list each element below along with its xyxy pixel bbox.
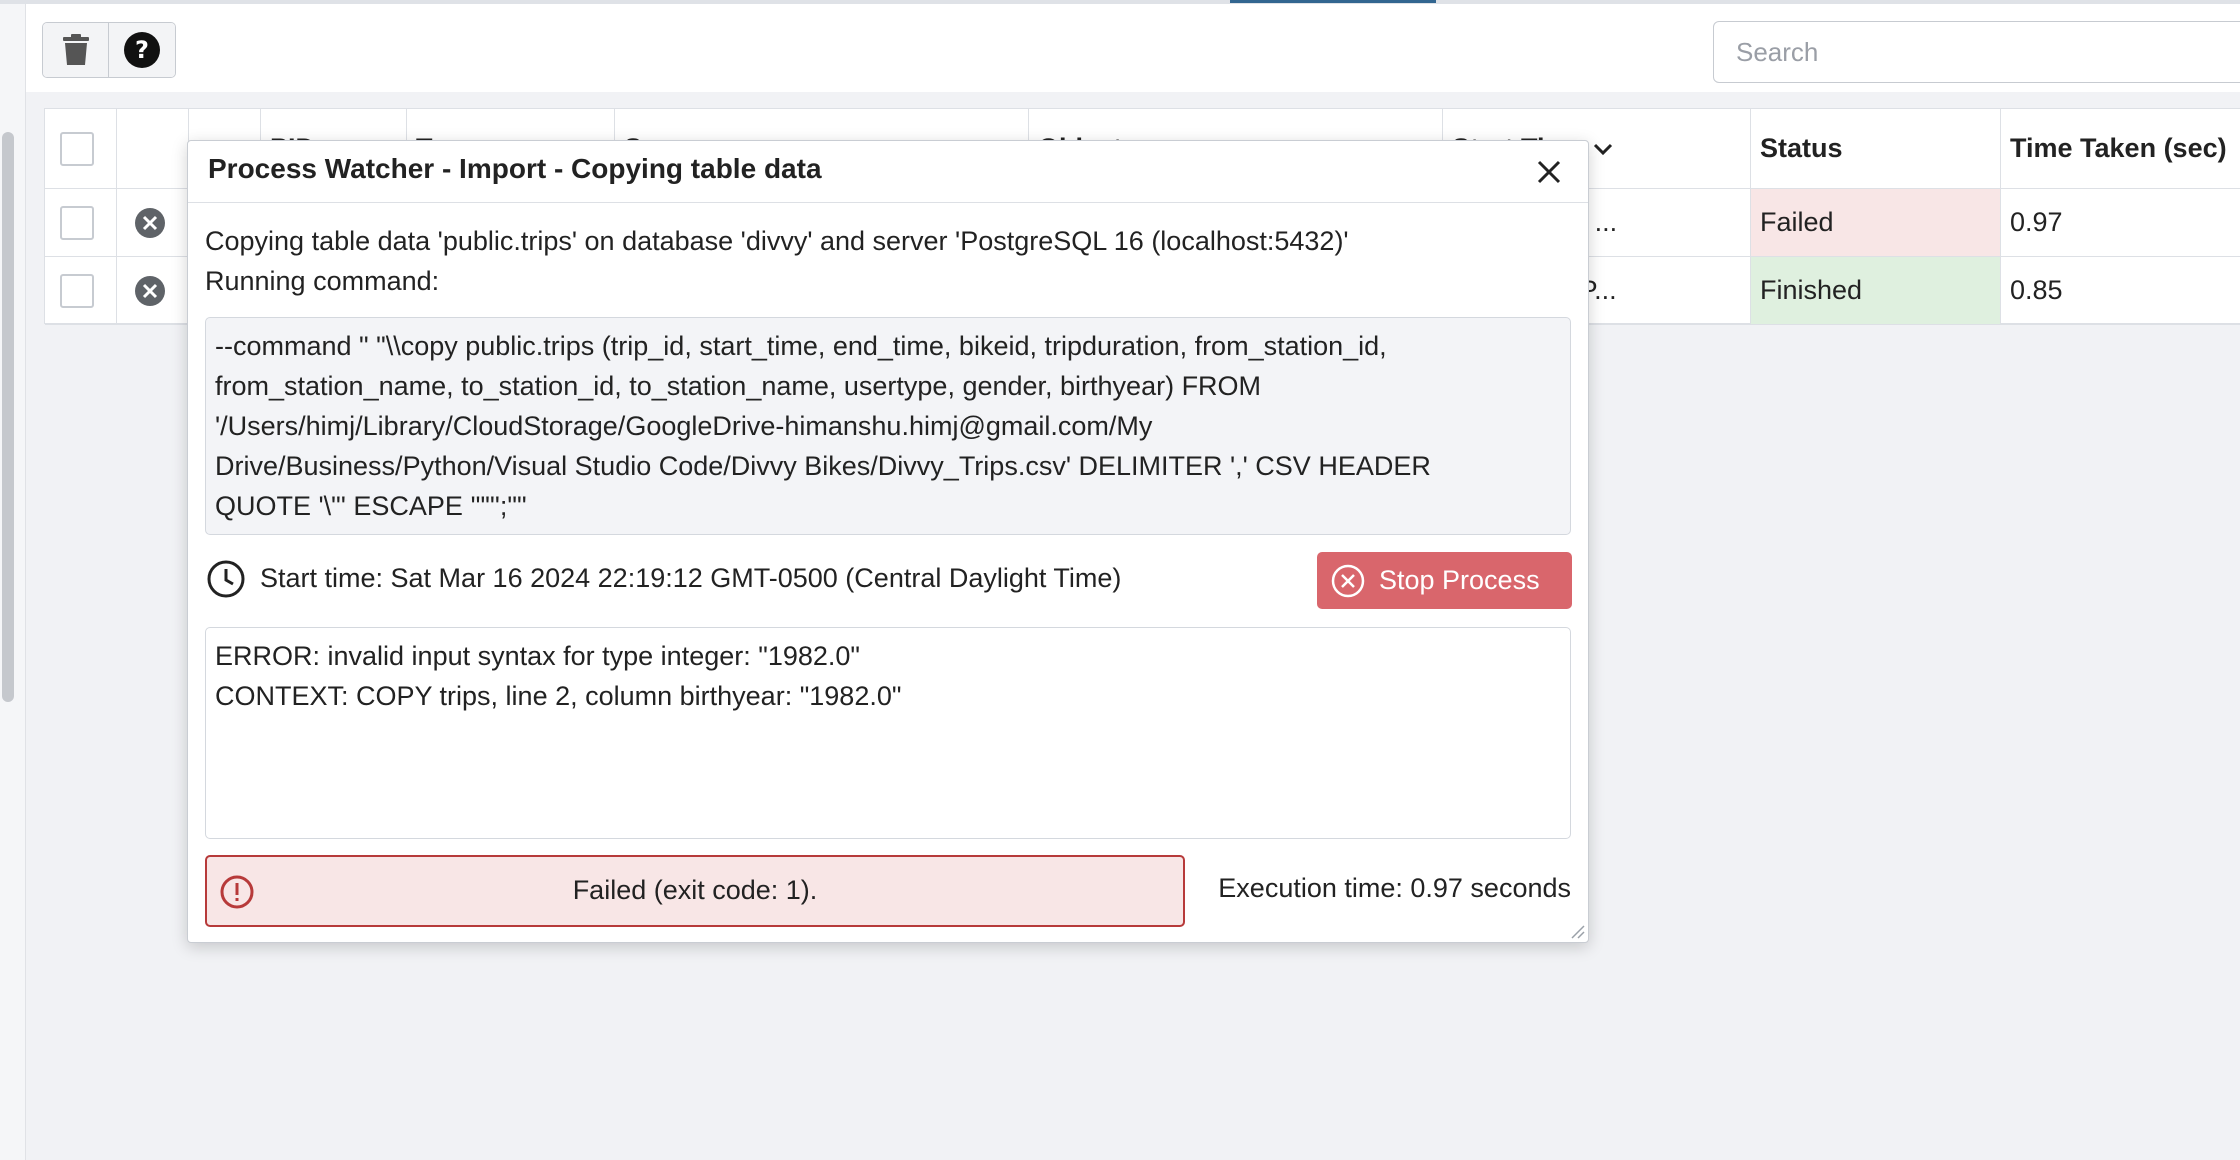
status-banner: Failed (exit code: 1). — [205, 855, 1185, 927]
log-line: CONTEXT: COPY trips, line 2, column birt… — [215, 681, 902, 711]
dialog-description: Copying table data 'public.trips' on dat… — [205, 221, 1349, 301]
command-line: QUOTE '\"' ESCAPE '""';"" — [215, 491, 527, 521]
header-status[interactable]: Status — [1751, 109, 2001, 188]
process-watcher-dialog: Process Watcher - Import - Copying table… — [187, 140, 1589, 943]
execution-time: Execution time: 0.97 seconds — [1218, 873, 1571, 903]
header-action — [117, 109, 189, 188]
command-line: from_station_name, to_station_id, to_sta… — [215, 371, 1262, 401]
row-select-cell — [45, 257, 117, 324]
toolbar-button-group: ? — [42, 22, 176, 78]
row-checkbox[interactable] — [60, 273, 94, 308]
close-icon[interactable] — [1532, 155, 1566, 189]
stop-process-button[interactable]: Stop Process — [1317, 552, 1572, 609]
left-scrollbar-thumb[interactable] — [2, 132, 14, 702]
clock-icon — [207, 560, 245, 598]
dialog-header[interactable]: Process Watcher - Import - Copying table… — [188, 141, 1588, 203]
row-action-cell — [117, 257, 189, 324]
resize-grip-icon[interactable] — [1568, 922, 1586, 940]
svg-text:?: ? — [135, 36, 149, 64]
trash-icon — [62, 34, 89, 65]
search-input[interactable] — [1713, 21, 2240, 83]
cancel-process-icon[interactable] — [134, 207, 166, 239]
command-line: '/Users/himj/Library/CloudStorage/Google… — [215, 411, 1153, 441]
row-select-cell — [45, 189, 117, 256]
select-all-checkbox[interactable] — [60, 131, 94, 166]
active-tab-indicator — [1230, 0, 1436, 3]
toolbar: ? — [26, 4, 2240, 92]
row-status: Finished — [1751, 257, 2001, 324]
stop-process-label: Stop Process — [1379, 565, 1540, 595]
running-command-label: Running command: — [205, 266, 440, 296]
row-checkbox[interactable] — [60, 205, 94, 240]
description-text: Copying table data 'public.trips' on dat… — [205, 226, 1349, 256]
cancel-process-icon[interactable] — [134, 275, 166, 307]
row-status: Failed — [1751, 189, 2001, 256]
command-line: Drive/Business/Python/Visual Studio Code… — [215, 451, 1431, 481]
dialog-title: Process Watcher - Import - Copying table… — [208, 153, 822, 184]
command-box: --command " "\\copy public.trips (trip_i… — [205, 317, 1571, 535]
log-line: ERROR: invalid input syntax for type int… — [215, 641, 860, 671]
start-time-text: Start time: Sat Mar 16 2024 22:19:12 GMT… — [260, 563, 1122, 593]
header-time-taken[interactable]: Time Taken (sec) — [2001, 109, 2240, 188]
row-action-cell — [117, 189, 189, 256]
sort-descending-icon — [1593, 143, 1612, 155]
command-line: --command " "\\copy public.trips (trip_i… — [215, 331, 1387, 361]
left-scrollbar[interactable] — [0, 4, 26, 1160]
row-time-taken: 0.85 — [2010, 275, 2063, 305]
cancel-circle-icon — [1331, 564, 1365, 597]
row-time-taken: 0.97 — [2010, 207, 2063, 237]
process-log[interactable]: ERROR: invalid input syntax for type int… — [205, 627, 1571, 839]
delete-button[interactable] — [43, 23, 109, 77]
help-icon: ? — [124, 32, 160, 68]
select-all-cell — [45, 109, 117, 188]
help-button[interactable]: ? — [109, 23, 175, 77]
status-message: Failed (exit code: 1). — [572, 875, 818, 905]
